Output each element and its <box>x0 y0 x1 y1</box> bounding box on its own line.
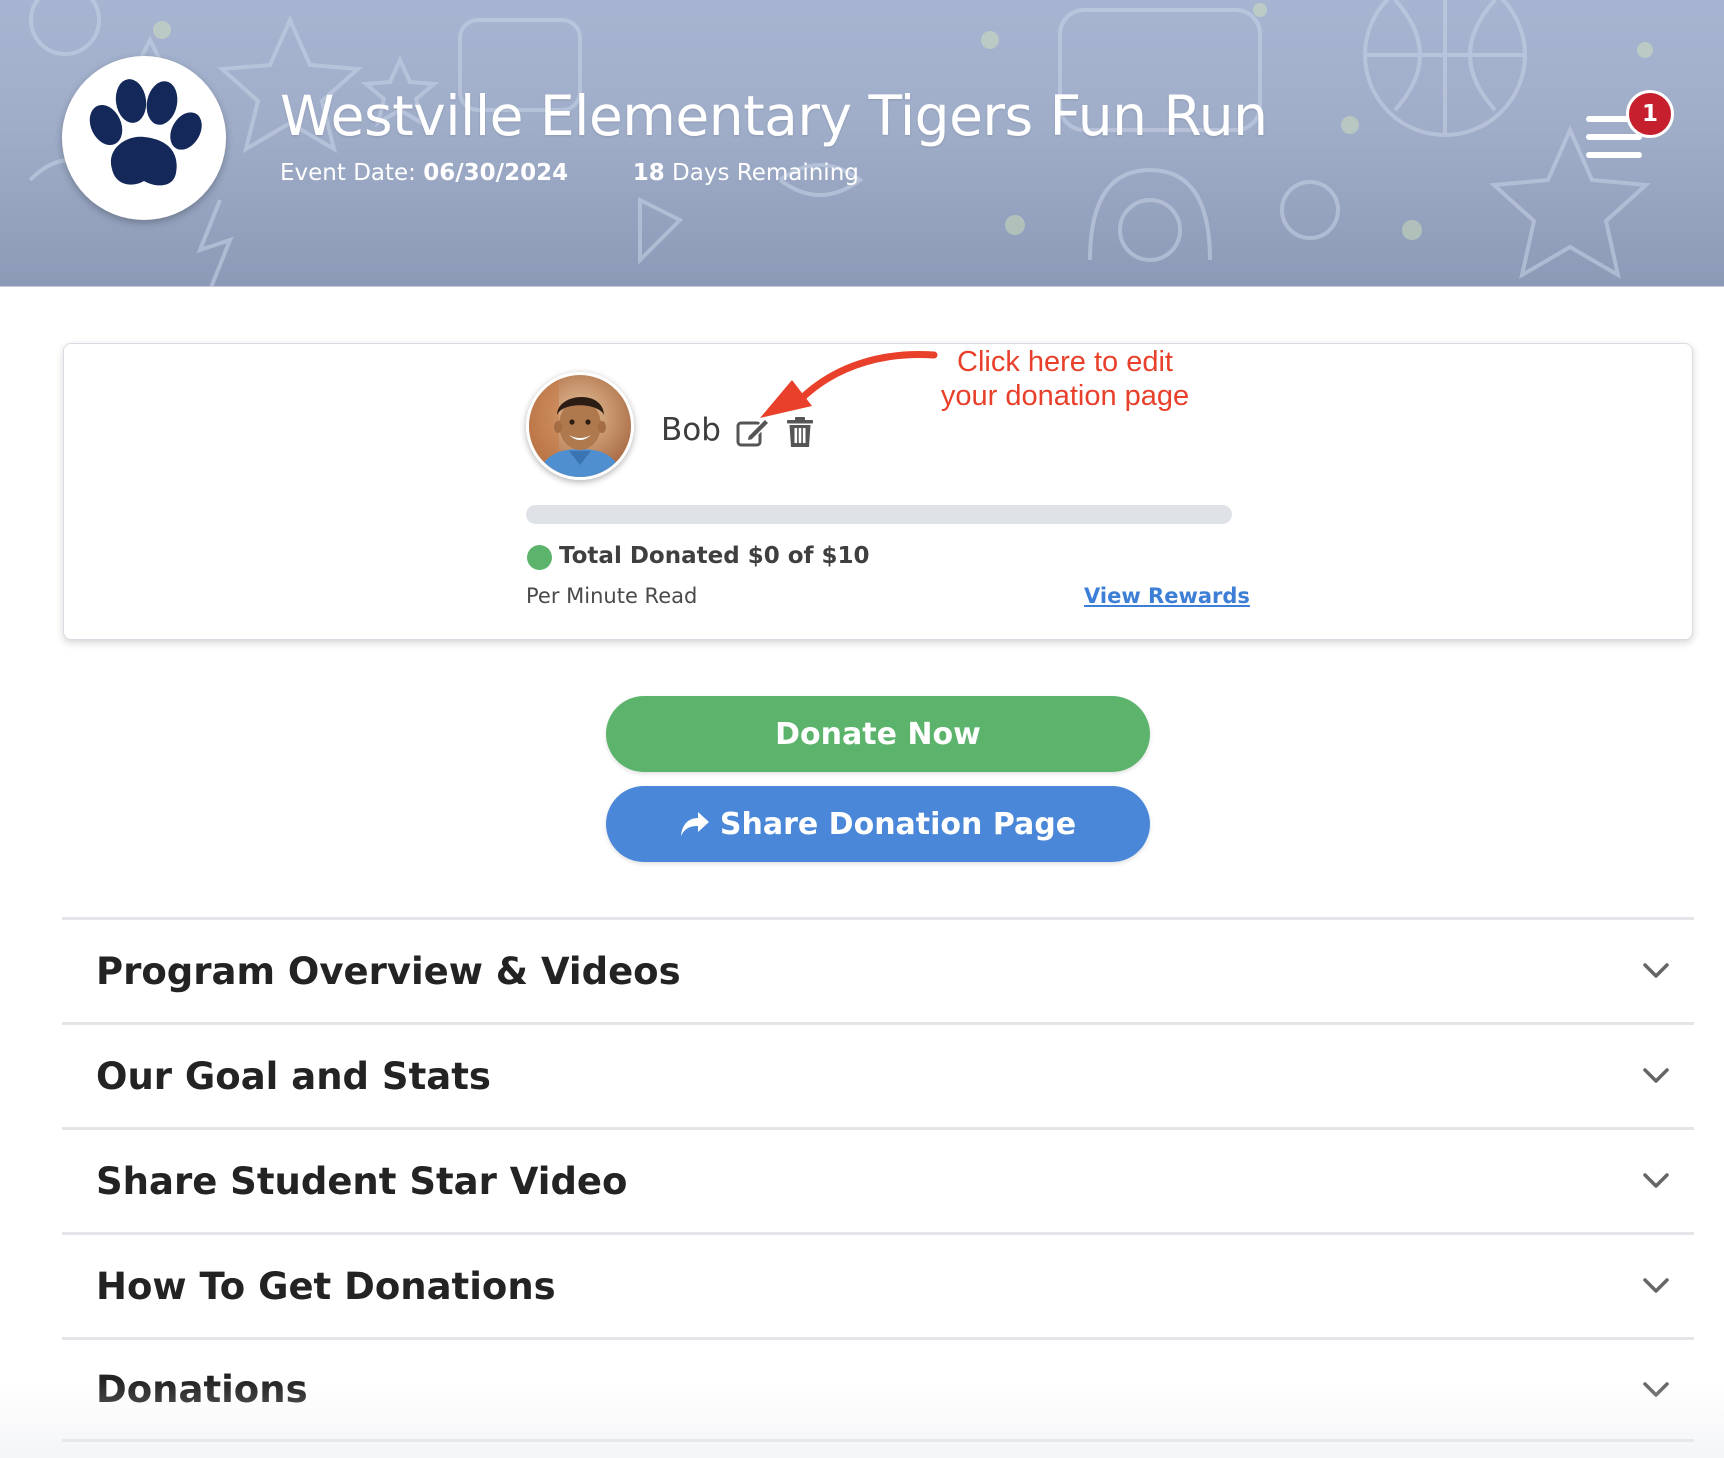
event-date: 06/30/2024 <box>423 160 569 186</box>
student-avatar <box>526 372 634 480</box>
student-photo <box>529 375 631 477</box>
info-sections-accordion: Program Overview & Videos Our Goal and S… <box>62 917 1694 1442</box>
view-rewards-link[interactable]: View Rewards <box>1084 584 1250 608</box>
annotation-callout: Click here to edit your donation page <box>930 345 1200 413</box>
section-label: How To Get Donations <box>96 1264 556 1308</box>
chevron-down-icon <box>1643 1381 1669 1397</box>
event-date-label: Event Date: <box>280 160 416 186</box>
student-name: Bob <box>661 412 721 448</box>
total-donated: Total Donated $0 of $10 <box>559 543 870 569</box>
chevron-down-icon <box>1643 1278 1669 1293</box>
share-arrow-icon <box>680 812 709 836</box>
annotation-line-2: your donation page <box>940 380 1190 412</box>
annotation-line-1: Click here to edit <box>957 346 1173 378</box>
status-dot <box>527 545 552 570</box>
section-how-to-get-donations[interactable]: How To Get Donations <box>62 1232 1694 1337</box>
donate-now-button[interactable]: Donate Now <box>606 696 1150 772</box>
pledge-type: Per Minute Read <box>526 584 698 608</box>
event-title: Westville Elementary Tigers Fun Run <box>280 84 1268 148</box>
section-label: Our Goal and Stats <box>96 1054 491 1098</box>
student-card <box>63 343 1693 640</box>
event-header: Westville Elementary Tigers Fun Run Even… <box>0 0 1724 287</box>
section-label: Share Student Star Video <box>96 1159 628 1203</box>
chevron-down-icon <box>1643 963 1669 978</box>
school-logo <box>62 56 226 220</box>
section-program-overview[interactable]: Program Overview & Videos <box>62 917 1694 1022</box>
trash-icon[interactable] <box>787 417 813 447</box>
edit-icon[interactable] <box>736 416 770 448</box>
chevron-down-icon <box>1643 1173 1669 1188</box>
section-donations[interactable]: Donations <box>62 1337 1694 1442</box>
share-donation-page-button[interactable]: Share Donation Page <box>606 786 1150 862</box>
paw-print-icon <box>89 79 202 186</box>
notification-badge[interactable]: 1 <box>1626 90 1674 138</box>
section-label: Program Overview & Videos <box>96 949 681 993</box>
days-remaining-label: Days Remaining <box>672 160 859 186</box>
chevron-down-icon <box>1643 1068 1669 1083</box>
section-student-star-video[interactable]: Share Student Star Video <box>62 1127 1694 1232</box>
days-remaining-count: 18 <box>632 160 665 186</box>
section-goal-and-stats[interactable]: Our Goal and Stats <box>62 1022 1694 1127</box>
section-label: Donations <box>96 1368 308 1411</box>
donate-now-label: Donate Now <box>775 716 981 752</box>
share-donation-page-label: Share Donation Page <box>719 806 1077 842</box>
event-meta: Event Date: 06/30/2024 18 Days Remaining <box>280 160 859 186</box>
donation-progress-bar <box>526 505 1232 524</box>
